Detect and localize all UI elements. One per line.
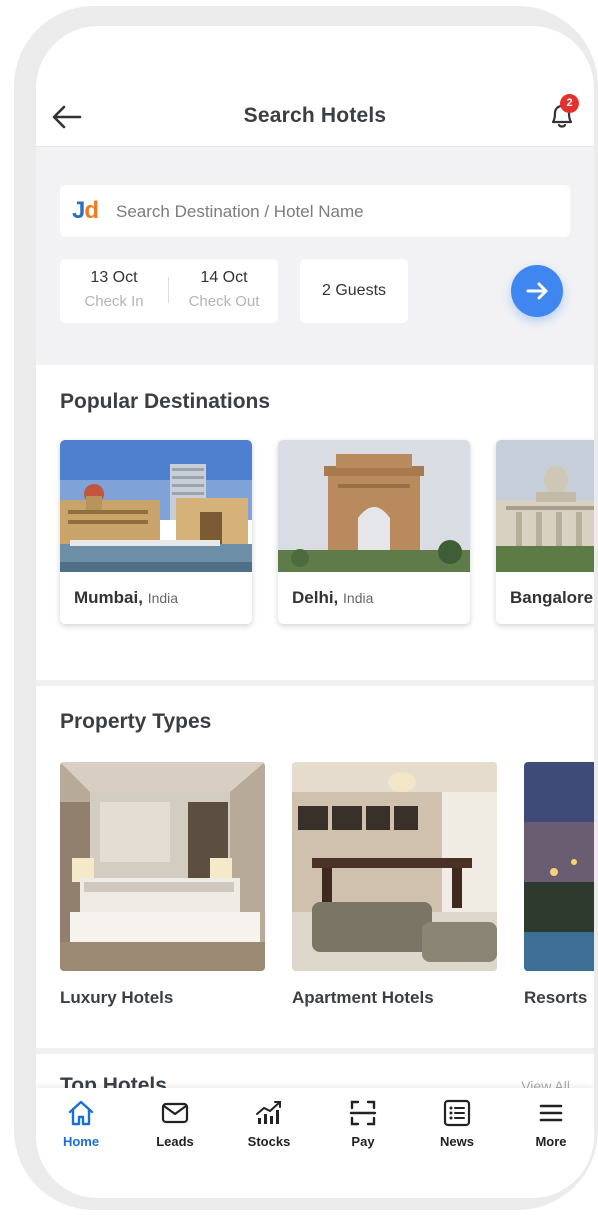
property-card-apartment[interactable]: Apartment Hotels <box>292 762 497 1018</box>
check-out-field[interactable]: 14 Oct Check Out <box>170 259 278 323</box>
notification-badge: 2 <box>560 94 579 113</box>
nav-label: News <box>440 1134 474 1149</box>
property-type-label: Apartment Hotels <box>292 988 434 1007</box>
property-type-label: Luxury Hotels <box>60 988 174 1007</box>
jd-logo: Jd <box>72 197 99 224</box>
date-divider <box>168 277 169 303</box>
date-picker: 13 Oct Check In 14 Oct Check Out <box>60 259 278 323</box>
stocks-icon <box>256 1101 281 1124</box>
app-header: Search Hotels 2 <box>36 84 594 148</box>
nav-item-home[interactable]: Home <box>46 1098 116 1158</box>
nav-item-more[interactable]: More <box>516 1098 586 1158</box>
destination-card-bangalore[interactable]: Bangalore <box>496 440 594 624</box>
destination-label: Mumbai, India <box>74 588 178 608</box>
nav-label: Leads <box>156 1134 194 1149</box>
page-title: Search Hotels <box>243 104 387 127</box>
destination-city: Mumbai, <box>74 588 143 607</box>
destination-card-delhi[interactable]: Delhi, India <box>278 440 470 624</box>
check-in-field[interactable]: 13 Oct Check In <box>60 259 168 323</box>
check-out-label: Check Out <box>188 293 260 310</box>
phone-screen: Search Hotels 2 Jd 13 Oct Check In 14 Oc… <box>36 26 594 1198</box>
destination-label: Delhi, India <box>292 588 373 608</box>
arrow-right-icon <box>526 282 548 300</box>
search-input[interactable] <box>116 199 556 225</box>
search-section: Jd 13 Oct Check In 14 Oct Check Out 2 Gu… <box>36 147 594 365</box>
destination-card-mumbai[interactable]: Mumbai, India <box>60 440 252 624</box>
bangalore-image <box>496 440 594 572</box>
property-type-label: Resorts <box>524 988 588 1007</box>
search-box[interactable]: Jd <box>60 185 570 237</box>
nav-item-leads[interactable]: Leads <box>140 1098 210 1158</box>
nav-item-news[interactable]: News <box>422 1098 492 1158</box>
resort-image <box>524 762 594 971</box>
menu-icon <box>539 1104 563 1122</box>
guests-selector[interactable]: 2 Guests <box>300 259 408 323</box>
luxury-hotel-image <box>60 762 265 971</box>
home-icon <box>68 1100 94 1126</box>
nav-label: Stocks <box>247 1134 291 1149</box>
nav-label: Home <box>62 1134 100 1149</box>
notifications-button[interactable]: 2 <box>544 94 580 130</box>
section-divider <box>36 680 594 686</box>
property-card-resorts[interactable]: Resorts <box>524 762 594 1018</box>
delhi-image <box>278 440 470 572</box>
destination-city: Delhi, <box>292 588 339 607</box>
nav-item-stocks[interactable]: Stocks <box>234 1098 304 1158</box>
scan-icon <box>349 1100 377 1126</box>
nav-label: Pay <box>351 1134 375 1149</box>
nav-label: More <box>535 1134 567 1149</box>
destination-label: Bangalore <box>510 588 593 608</box>
mail-icon <box>161 1102 189 1124</box>
destination-country: India <box>147 590 179 606</box>
section-divider <box>36 1048 594 1054</box>
search-submit-button[interactable] <box>511 265 563 317</box>
nav-item-pay[interactable]: Pay <box>328 1098 398 1158</box>
destination-city: Bangalore <box>510 588 594 607</box>
popular-destinations-title: Popular Destinations <box>60 390 271 413</box>
check-out-date: 14 Oct <box>200 269 248 286</box>
check-in-label: Check In <box>84 293 144 310</box>
property-card-luxury[interactable]: Luxury Hotels <box>60 762 265 1018</box>
apartment-hotel-image <box>292 762 497 971</box>
check-in-date: 13 Oct <box>90 269 138 286</box>
destination-country: India <box>343 590 374 606</box>
property-types-title: Property Types <box>60 710 212 733</box>
bottom-nav: Home Leads Stocks Pay News More <box>36 1088 594 1198</box>
news-icon <box>443 1099 471 1127</box>
mumbai-image <box>60 440 252 572</box>
